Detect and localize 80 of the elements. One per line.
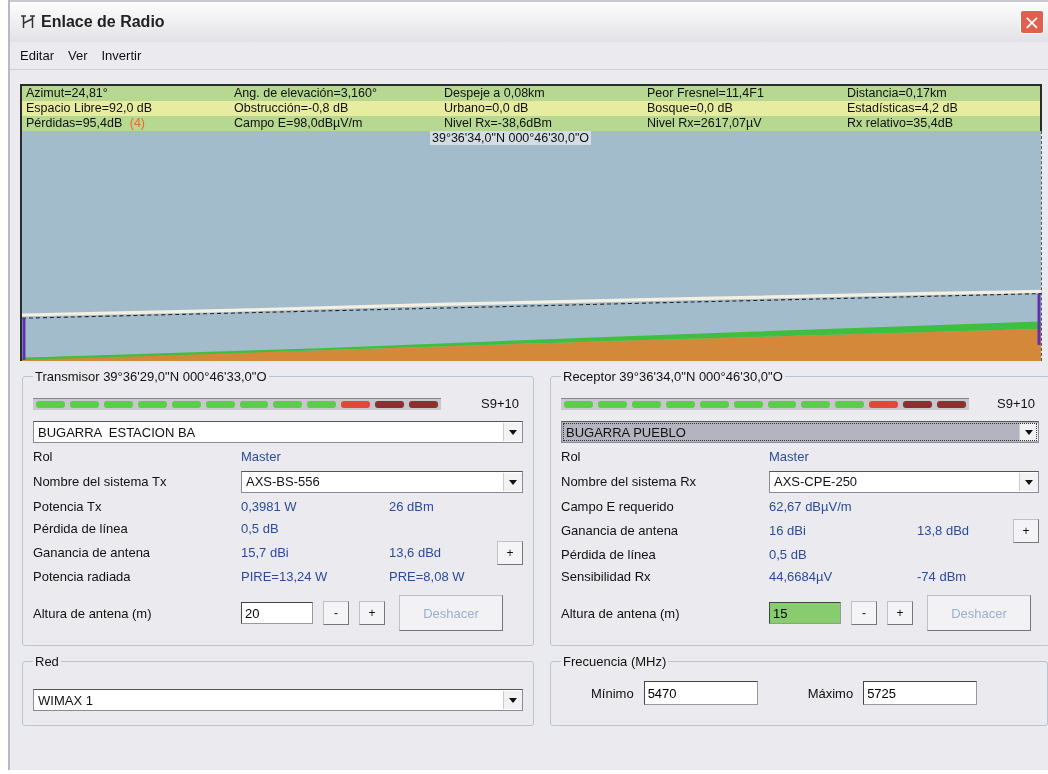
site-dropdown[interactable]: BUGARRA ESTACION BA	[33, 421, 523, 443]
window-title: Enlace de Radio	[41, 13, 166, 31]
field-label: Ganancia de antena	[33, 544, 152, 562]
panel-title: Receptor 39°36'34,0"N 000°46'30,0"O	[562, 369, 784, 384]
info-value: Estadísticas=4,2 dB	[847, 101, 958, 115]
field-label: Rol	[33, 448, 54, 466]
system-dropdown[interactable]: AXS-BS-556	[241, 471, 523, 493]
increase-button[interactable]: +	[887, 601, 913, 625]
field-value: Master	[769, 448, 810, 466]
dropdown-arrow-icon	[1025, 479, 1033, 485]
field-value: 26 dBm	[389, 498, 435, 516]
add-button[interactable]: +	[497, 541, 523, 565]
info-value: Pérdidas=95,4dB	[26, 116, 123, 130]
menu-item[interactable]: Ver	[67, 48, 88, 63]
loss-count: (4)	[129, 116, 146, 130]
field-label: Rol	[561, 448, 582, 466]
signal-reading: S9+10	[997, 396, 1036, 411]
height-field[interactable]: 15	[769, 602, 841, 624]
signal-reading: S9+10	[481, 396, 520, 411]
info-value: Nivel Rx=2617,07µV	[647, 116, 762, 130]
field-value: 0,5 dB	[769, 546, 808, 564]
field-label: Nombre del sistema Rx	[561, 473, 698, 491]
info-value: Urbano=0,0 dB	[444, 101, 529, 115]
field-value: 13,6 dBd	[389, 544, 443, 562]
field-label: Campo E requerido	[561, 498, 675, 516]
system-dropdown[interactable]: AXS-CPE-250	[769, 471, 1039, 493]
field-value: 16 dBi	[769, 522, 807, 540]
panel-title: Transmisor 39°36'29,0"N 000°46'33,0"O	[34, 369, 268, 384]
info-value: Obstrucción=-0,8 dB	[234, 101, 349, 115]
info-value: Campo E=98,0dBµV/m	[234, 116, 363, 130]
field-value: Master	[241, 448, 282, 466]
decrease-button[interactable]: -	[851, 601, 877, 625]
info-value: Distancia=0,17km	[847, 86, 947, 100]
coordinate-label: 39°36'34,0"N 000°46'30,0"O	[430, 131, 592, 145]
panel-title: Frecuencia (MHz)	[562, 654, 668, 669]
field-label: Sensibilidad Rx	[561, 568, 652, 586]
info-value: Peor Fresnel=11,4F1	[647, 86, 764, 100]
field-value: 0,3981 W	[241, 498, 298, 516]
field-label: Altura de antena (m)	[33, 605, 153, 621]
field-label: Nombre del sistema Tx	[33, 473, 168, 491]
site-dropdown[interactable]: BUGARRA PUEBLO	[561, 421, 1039, 443]
menu-item[interactable]: Invertir	[101, 48, 142, 63]
dropdown-arrow-icon	[1025, 429, 1033, 435]
maximum-field[interactable]: 5725	[863, 681, 978, 705]
field-value: -74 dBm	[917, 568, 968, 586]
increase-button[interactable]: +	[359, 601, 385, 625]
decrease-button[interactable]: -	[323, 601, 349, 625]
network-dropdown[interactable]: WIMAX 1	[33, 689, 523, 711]
field-label: Potencia radiada	[33, 568, 132, 586]
field-value: 44,6684µV	[769, 568, 834, 586]
add-button[interactable]: +	[1013, 519, 1039, 543]
info-value: Despeje a 0,08km	[444, 86, 545, 100]
field-value: 0,5 dB	[241, 520, 280, 538]
dropdown-arrow-icon	[509, 479, 517, 485]
info-value: Espacio Libre=92,0 dB	[26, 101, 153, 115]
info-value: Azimut=24,81°	[26, 86, 108, 100]
info-value: Bosque=0,0 dB	[647, 101, 733, 115]
field-label: Mínimo	[591, 685, 634, 701]
field-value: 13,8 dBd	[917, 522, 971, 540]
dropdown-arrow-icon	[509, 429, 517, 435]
field-value: PRE=8,08 W	[389, 568, 466, 586]
field-label: Potencia Tx	[33, 498, 103, 516]
panel-title: Red	[34, 654, 60, 669]
minimum-field[interactable]: 5470	[643, 681, 758, 705]
field-label: Pérdida de línea	[561, 546, 657, 564]
field-value: 62,67 dBµV/m	[769, 498, 853, 516]
field-label: Máximo	[807, 685, 854, 701]
info-value: Nivel Rx=-38,6dBm	[444, 116, 553, 130]
info-value: Ang. de elevación=3,160°	[234, 86, 377, 100]
height-field[interactable]: 20	[241, 602, 313, 624]
field-label: Altura de antena (m)	[561, 605, 681, 621]
menu-item[interactable]: Editar	[20, 48, 54, 63]
info-value: Rx relativo=35,4dB	[847, 116, 953, 130]
field-label: Ganancia de antena	[561, 522, 680, 540]
field-value: 15,7 dBi	[241, 544, 290, 562]
close-button[interactable]: ×	[1020, 10, 1044, 34]
antenna-icon	[20, 15, 36, 29]
field-label: Pérdida de línea	[33, 520, 129, 538]
dropdown-arrow-icon	[509, 697, 517, 703]
field-value: PIRE=13,24 W	[241, 568, 329, 586]
